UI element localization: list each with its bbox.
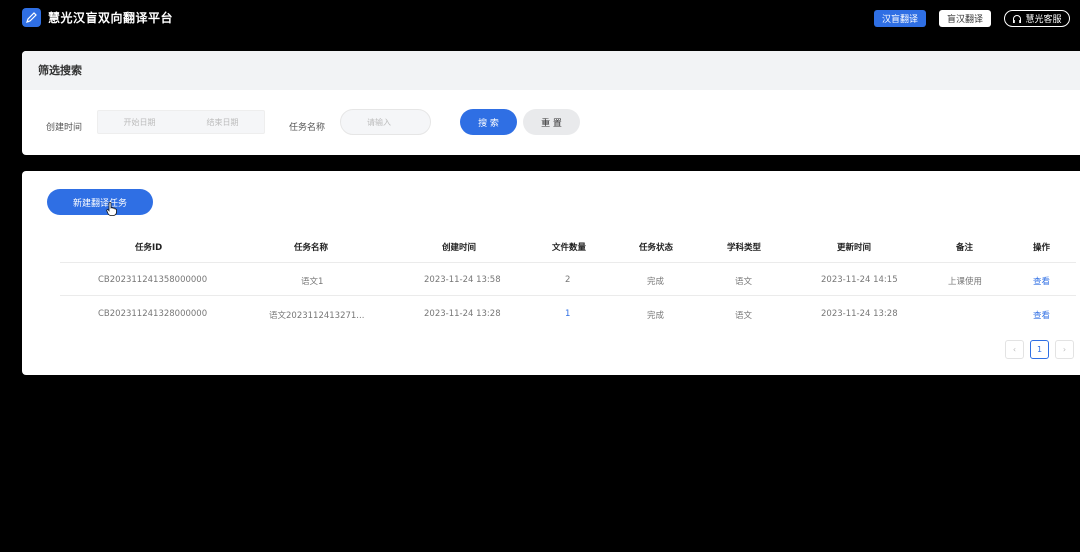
hand-pointer-icon [106,202,117,216]
table-divider [60,295,1076,296]
col-header-actions: 操作 [1033,243,1051,253]
pager-next-button[interactable]: › [1055,340,1074,359]
table-divider [60,262,1076,263]
cell-updated-time: 2023-11-24 13:28 [821,309,898,319]
cell-file-count: 2 [565,275,571,285]
pager-page-1[interactable]: 1 [1030,340,1049,359]
date-range-picker[interactable]: 开始日期 结束日期 [97,110,265,134]
task-name-input[interactable]: 请输入 [340,109,431,135]
start-date-field[interactable]: 开始日期 [98,117,181,128]
cell-task-status: 完成 [647,311,665,321]
col-header-remark: 备注 [956,243,974,253]
top-bar: 慧光汉盲双向翻译平台 汉盲翻译 盲汉翻译 慧光客服 [0,0,1080,36]
headset-icon [1013,14,1022,23]
cell-task-status: 完成 [647,277,665,287]
col-header-task-id: 任务ID [135,243,163,253]
filter-title: 筛选搜索 [22,51,1080,90]
app-title: 慧光汉盲双向翻译平台 [48,11,174,25]
created-time-label: 创建时间 [46,123,83,133]
new-translation-task-button[interactable]: 新建翻译任务 [47,189,153,215]
braille-to-hanzi-button[interactable]: 盲汉翻译 [939,10,991,27]
col-header-task-status: 任务状态 [639,243,674,253]
cell-updated-time: 2023-11-24 14:15 [821,275,898,285]
cell-task-id: CB202311241358000000 [98,275,208,285]
pen-icon [22,8,41,27]
col-header-created-time: 创建时间 [442,243,477,253]
end-date-field[interactable]: 结束日期 [181,117,264,128]
cell-task-name: 语文1 [301,277,324,287]
cell-subject: 语文 [735,311,753,321]
cell-created-time: 2023-11-24 13:28 [424,309,501,319]
cell-remark: 上课使用 [948,277,983,287]
filter-panel: 筛选搜索 创建时间 开始日期 结束日期 任务名称 请输入 搜 索 重 置 [22,51,1080,155]
col-header-updated-time: 更新时间 [837,243,872,253]
task-name-label: 任务名称 [289,123,326,133]
cell-subject: 语文 [735,277,753,287]
hanzi-to-braille-button[interactable]: 汉盲翻译 [874,10,926,27]
reset-button[interactable]: 重 置 [523,109,580,135]
view-link[interactable]: 查看 [1033,275,1050,287]
cell-created-time: 2023-11-24 13:58 [424,275,501,285]
pager-prev-button[interactable]: ‹ [1005,340,1024,359]
customer-service-button[interactable]: 慧光客服 [1004,10,1070,27]
cell-task-name: 语文2023112413271... [269,311,365,321]
customer-service-label: 慧光客服 [1025,15,1062,25]
cell-task-id: CB202311241328000000 [98,309,208,319]
task-list-panel: 新建翻译任务 任务ID 任务名称 创建时间 文件数量 任务状态 学科类型 更新时… [22,171,1080,375]
cell-file-count: 1 [565,309,571,319]
col-header-subject: 学科类型 [727,243,762,253]
col-header-file-count: 文件数量 [552,243,587,253]
col-header-task-name: 任务名称 [294,243,329,253]
view-link[interactable]: 查看 [1033,309,1050,321]
search-button[interactable]: 搜 索 [460,109,517,135]
